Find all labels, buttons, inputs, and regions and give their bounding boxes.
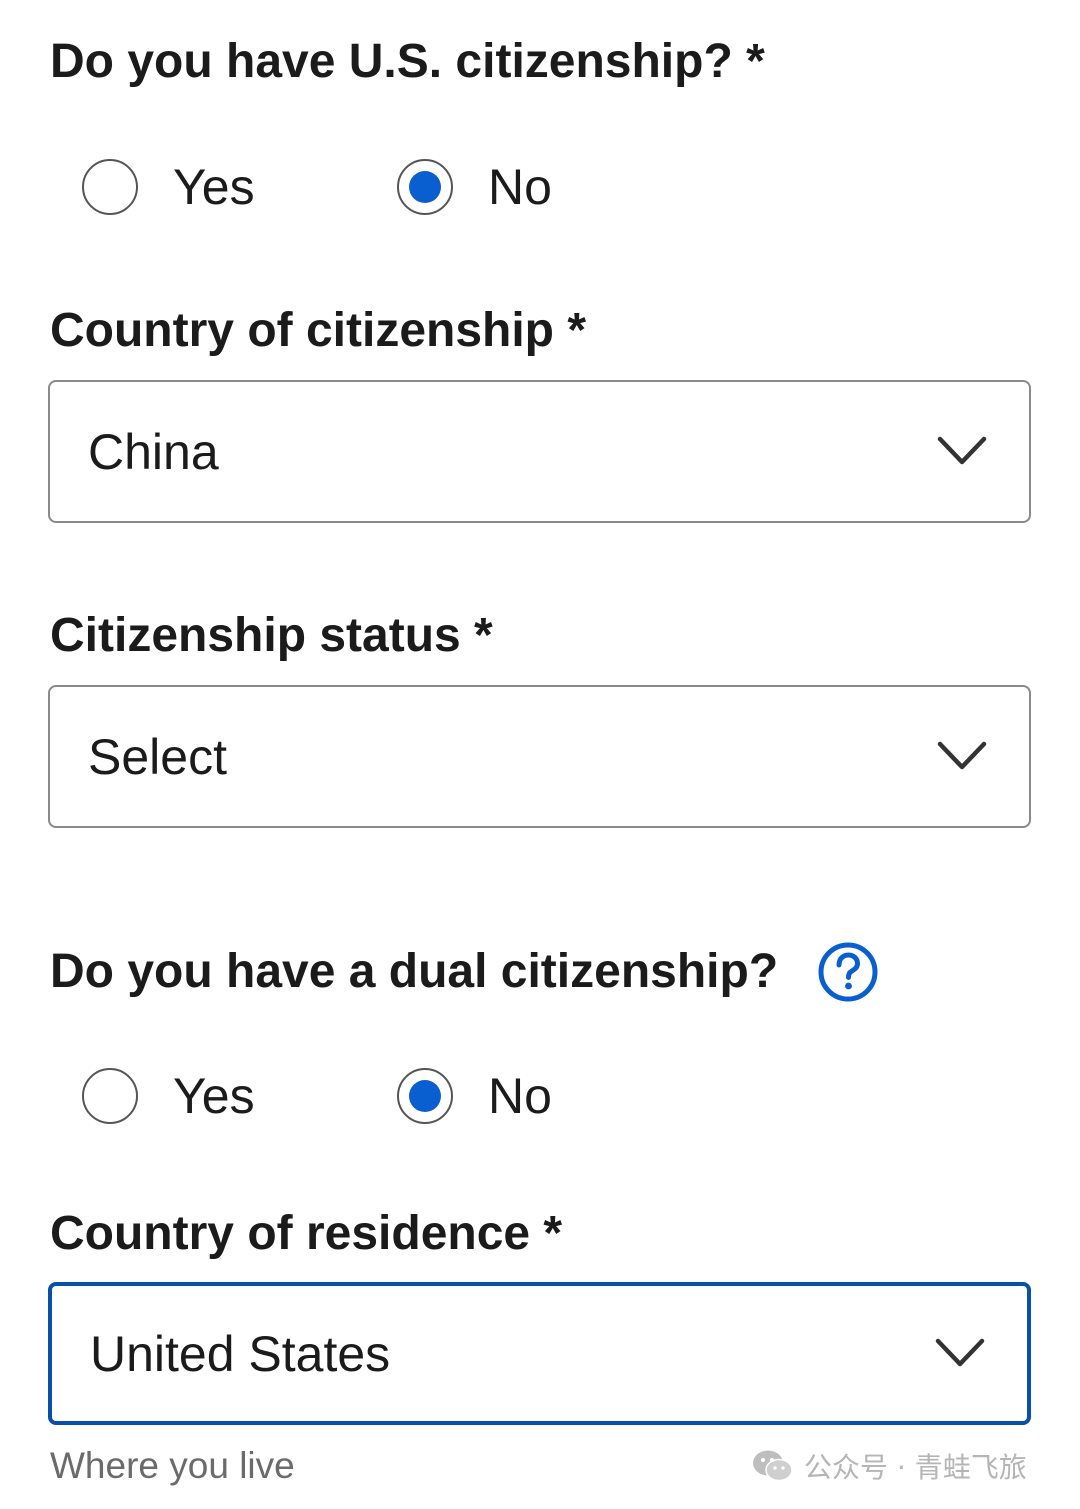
wechat-icon [753,1450,793,1482]
country-of-residence-select[interactable]: United States [48,1282,1031,1425]
radio-label-no: No [488,1068,552,1124]
radio-label-yes: Yes [173,159,255,215]
country-of-citizenship-select[interactable]: China [48,380,1031,523]
watermark-text: 公众号 · 青蛙飞旅 [804,1451,1027,1484]
us-citizenship-label: Do you have U.S. citizenship? * [50,35,765,88]
country-of-residence-hint: Where you live [50,1445,295,1486]
citizenship-status-label: Citizenship status * [50,609,493,662]
chevron-down-icon [935,1338,985,1366]
dual-citizenship-label: Do you have a dual citizenship? [50,945,779,998]
citizenship-status-value: Select [88,728,227,785]
radio-label-no: No [488,159,552,215]
country-of-residence-value: United States [90,1325,391,1382]
radio-label-yes: Yes [173,1068,255,1124]
country-of-citizenship-label: Country of citizenship * [50,304,587,357]
watermark: 公众号 · 青蛙飞旅 [752,1446,1027,1486]
dual-citizenship-no-radio[interactable]: No [397,1064,552,1128]
question-circle-icon[interactable] [818,942,878,1002]
radio-checked-icon[interactable] [397,159,453,215]
chevron-down-icon [937,436,987,464]
radio-unchecked-icon[interactable] [82,1068,138,1124]
country-of-citizenship-value: China [88,423,219,480]
us-citizenship-yes-radio[interactable]: Yes [82,155,255,219]
country-of-residence-label: Country of residence * [50,1207,563,1260]
citizenship-status-select[interactable]: Select [48,685,1031,828]
chevron-down-icon [937,741,987,769]
radio-unchecked-icon[interactable] [82,159,138,215]
radio-checked-icon[interactable] [397,1068,453,1124]
dual-citizenship-yes-radio[interactable]: Yes [82,1064,255,1128]
us-citizenship-no-radio[interactable]: No [397,155,552,219]
